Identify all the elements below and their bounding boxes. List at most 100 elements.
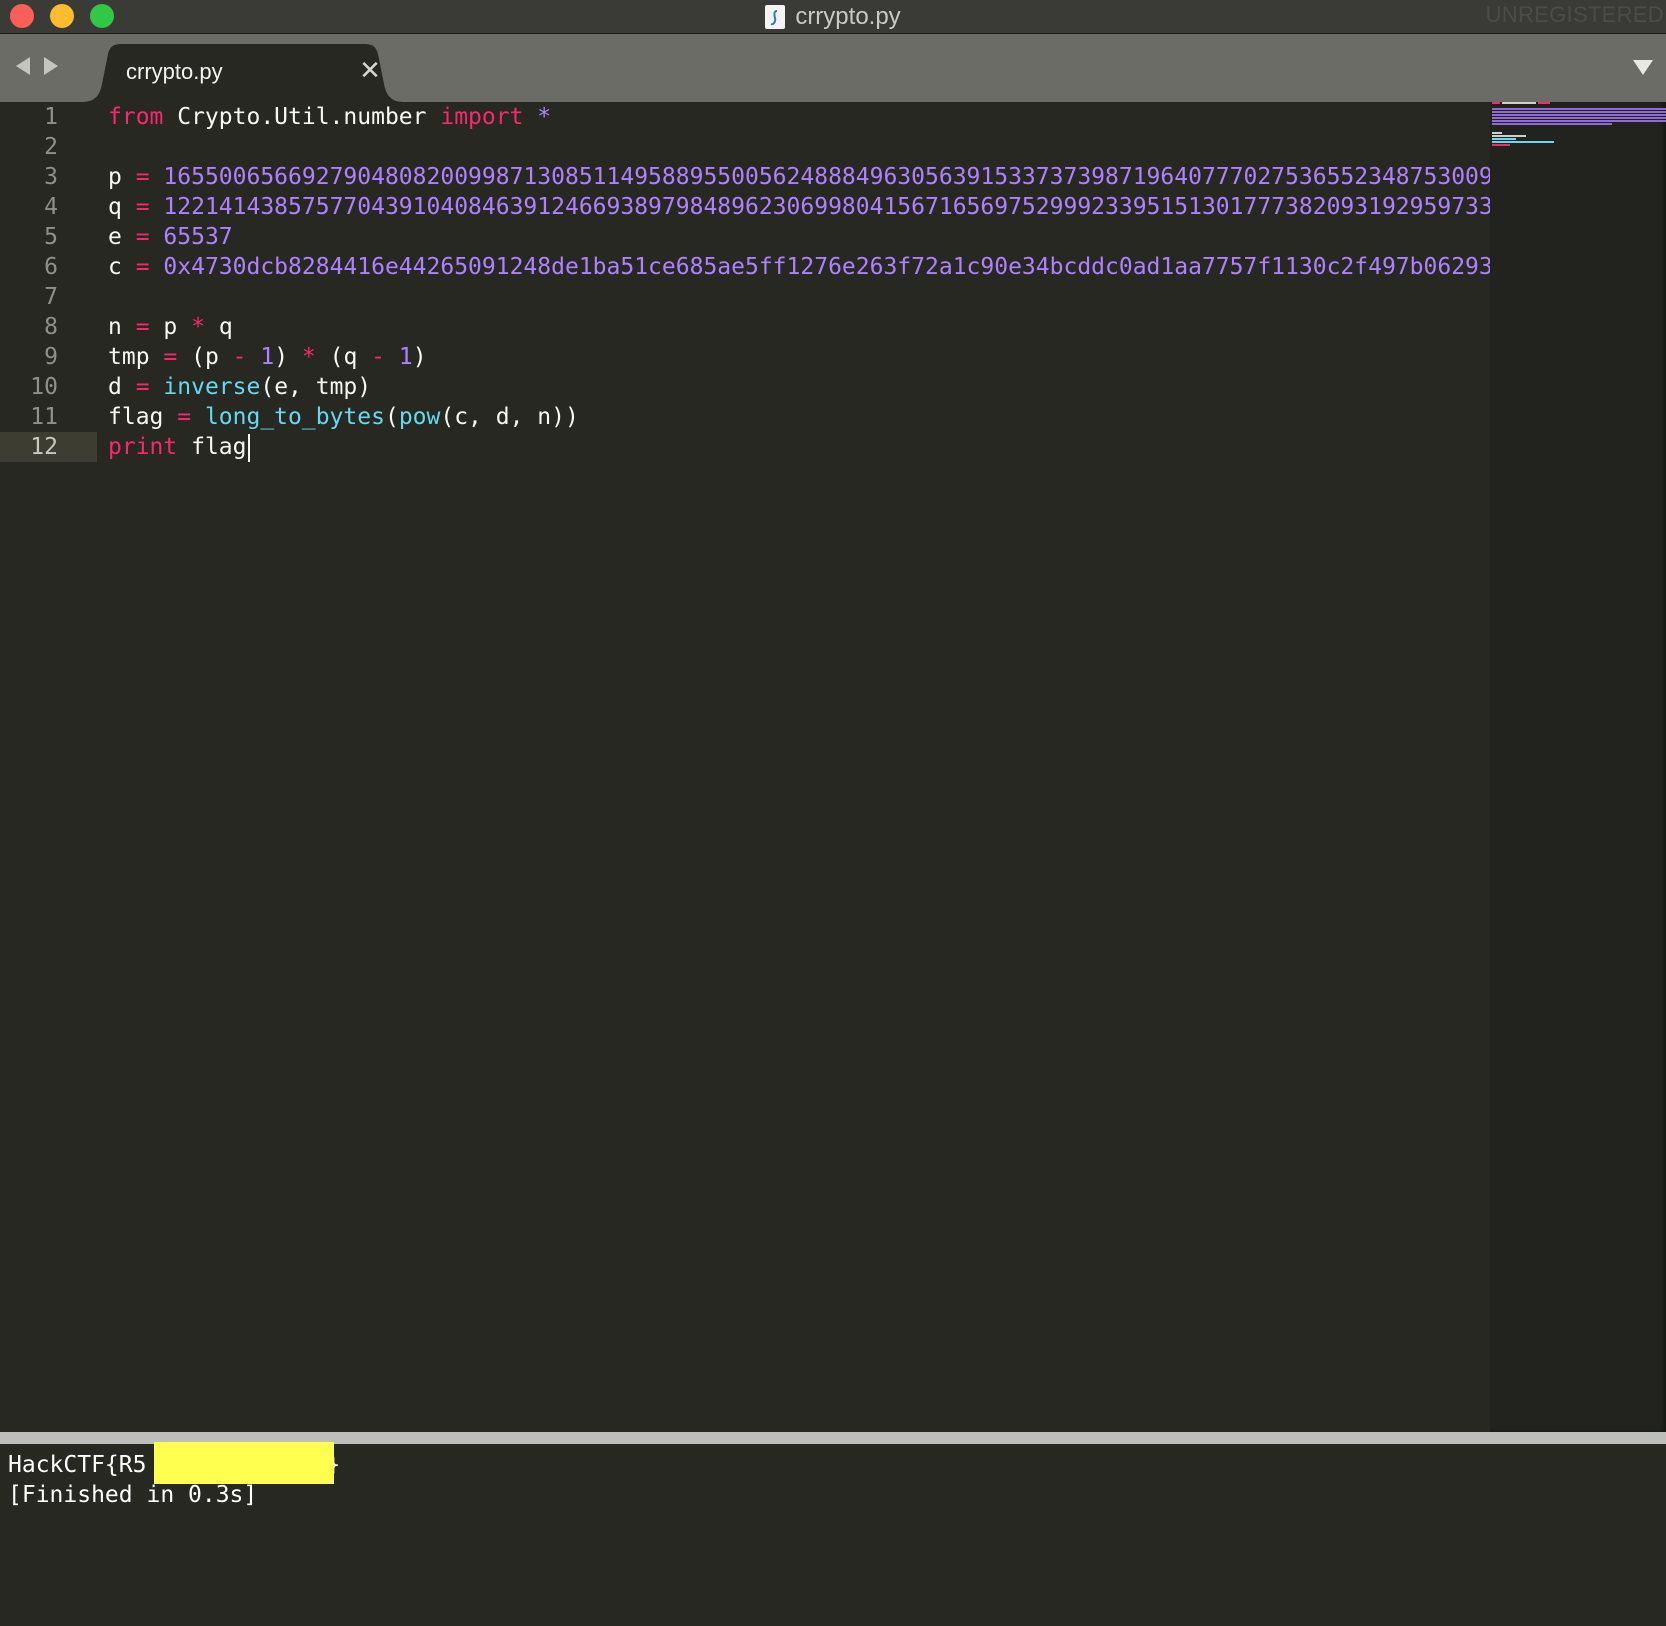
minimap-line [1492, 120, 1666, 122]
assign-op: = [121, 314, 164, 340]
minimap-line [1492, 141, 1554, 143]
python-file-icon [765, 4, 786, 29]
code-line-8[interactable]: n = p * q [108, 312, 233, 342]
tab-bar: crrypto.py ✕ [0, 34, 1666, 102]
assign-op: = [121, 164, 164, 190]
assign-op: = [121, 224, 164, 250]
code-line-11[interactable]: flag = long_to_bytes(pow(c, d, n)) [108, 402, 579, 432]
value-c: 0x4730dcb8284416e44265091248de1ba51ce685… [163, 254, 1490, 280]
minimap-line [1492, 108, 1666, 110]
minimap-line [1492, 135, 1526, 137]
paren-p: (p [191, 344, 233, 370]
assign-op: = [121, 194, 164, 220]
minimap-line [1492, 117, 1666, 119]
paren-open: ( [384, 404, 399, 430]
tab-close-icon[interactable]: ✕ [358, 57, 382, 83]
license-status: UNREGISTERED [1485, 2, 1664, 27]
title-bar: crrypto.py UNREGISTERED [0, 0, 1666, 34]
output-flag-line: HackCTF{R5} [8, 1442, 340, 1484]
var-d: d [108, 374, 122, 400]
minimap-line [1492, 132, 1502, 134]
value-e: 65537 [163, 224, 233, 250]
assign-op: = [163, 404, 205, 430]
paren-close: ) [274, 344, 302, 370]
line-number: 2 [44, 134, 58, 160]
multiply-op: * [177, 314, 219, 340]
line-number: 9 [44, 344, 58, 370]
paren-close: ) [412, 344, 427, 370]
tab-crrypto-py[interactable]: crrypto.py ✕ [82, 44, 404, 102]
function-long-to-bytes: long_to_bytes [204, 404, 385, 430]
minimap[interactable] [1490, 102, 1666, 1432]
code-line-9[interactable]: tmp = (p - 1) * (q - 1) [108, 342, 427, 372]
number-one: 1 [398, 344, 413, 370]
line-number-active: 12 [0, 432, 97, 462]
var-c: c [108, 254, 122, 280]
code-line-12[interactable]: print flag [108, 432, 250, 462]
assign-op: = [121, 374, 164, 400]
line-number: 3 [44, 164, 58, 190]
value-q: 1221414385757704391040846391246693897984… [163, 194, 1490, 220]
build-output-panel: HackCTF{R5} [Finished in 0.3s] [0, 1442, 1666, 1626]
minimap-line [1492, 144, 1510, 146]
line-number: 11 [30, 404, 58, 430]
minimap-line [1502, 102, 1536, 104]
minus-op: - [371, 344, 386, 370]
back-arrow-icon[interactable] [14, 56, 32, 76]
var-q: q [108, 194, 122, 220]
code-editor[interactable]: 1 2 3 4 5 6 7 8 9 10 11 12 from Crypto.U… [0, 102, 1490, 1432]
print-arg: flag [177, 434, 247, 460]
line-number: 5 [44, 224, 58, 250]
var-n: n [108, 314, 122, 340]
var-e: e [108, 224, 122, 250]
assign-op: = [149, 344, 192, 370]
assign-op: = [121, 254, 164, 280]
function-inverse: inverse [163, 374, 261, 400]
minimap-line [1538, 102, 1550, 104]
module-name: Crypto.Util.number [163, 104, 441, 130]
text-cursor [247, 433, 250, 462]
minimap-line [1492, 138, 1516, 140]
code-line-5[interactable]: e = 65537 [108, 222, 233, 252]
minimap-line [1492, 114, 1666, 116]
keyword-print: print [108, 434, 178, 460]
number-one: 1 [260, 344, 275, 370]
code-line-1[interactable]: from Crypto.Util.number import * [108, 102, 551, 132]
var-q-ref: q [218, 314, 233, 340]
minimap-line [1492, 123, 1612, 125]
paren-q: (q [315, 344, 372, 370]
code-line-6[interactable]: c = 0x4730dcb8284416e44265091248de1ba51c… [108, 252, 1490, 282]
line-number: 4 [44, 194, 58, 220]
code-line-3[interactable]: p = 165500656692790480820099871308511495… [108, 162, 1490, 192]
redaction-highlight [154, 1442, 334, 1484]
multiply-op: * [301, 344, 316, 370]
code-line-4[interactable]: q = 122141438575770439104084639124669389… [108, 192, 1490, 222]
import-star: * [523, 104, 552, 130]
minimap-line [1492, 111, 1666, 113]
function-pow: pow [398, 404, 441, 430]
keyword-from: from [108, 104, 164, 130]
dropdown-arrow-icon[interactable] [1632, 58, 1654, 76]
output-flag-prefix: HackCTF{R5 [8, 1452, 147, 1478]
minimap-line [1492, 102, 1500, 104]
line-number: 10 [30, 374, 58, 400]
line-number: 8 [44, 314, 58, 340]
line-number: 1 [44, 104, 58, 130]
var-p-ref: p [163, 314, 178, 340]
window-title-area: crrypto.py [0, 0, 1666, 33]
keyword-import: import [440, 104, 524, 130]
code-line-10[interactable]: d = inverse(e, tmp) [108, 372, 371, 402]
tab-label: crrypto.py [126, 59, 223, 84]
var-tmp: tmp [108, 344, 150, 370]
forward-arrow-icon[interactable] [42, 56, 60, 76]
line-number: 7 [44, 284, 58, 310]
call-args: (c, d, n)) [440, 404, 579, 430]
var-p: p [108, 164, 122, 190]
call-args: (e, tmp) [260, 374, 372, 400]
line-number-gutter: 1 2 3 4 5 6 7 8 9 10 11 12 [0, 102, 97, 1432]
value-p: 1655006566927904808200998713085114958895… [163, 164, 1490, 190]
navigation-arrows [14, 56, 60, 76]
output-finished-line: [Finished in 0.3s] [8, 1482, 258, 1508]
